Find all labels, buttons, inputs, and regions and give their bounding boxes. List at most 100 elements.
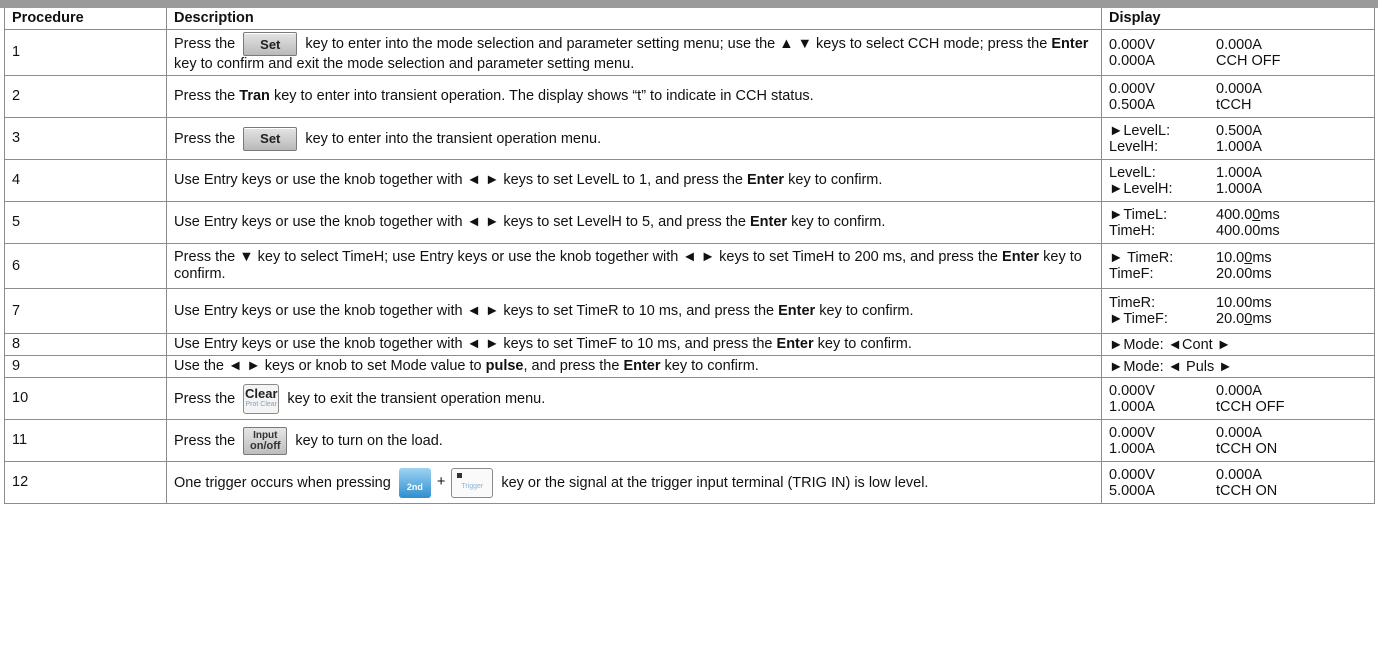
display-text: ►Mode: ◄ Puls ► xyxy=(1109,358,1233,375)
display-text: tCCH ON xyxy=(1216,440,1278,457)
display-text: TimeH: xyxy=(1109,222,1156,239)
step-display: ►LevelL: 0.500A LevelH: 1.000A xyxy=(1101,117,1375,160)
table-row: 2 Press the Tran key to enter into trans… xyxy=(4,75,1375,118)
desc-text: Press the xyxy=(174,390,236,407)
step-display: ►Mode: ◄Cont ► xyxy=(1101,333,1375,356)
display-text: TimeR: xyxy=(1109,295,1156,311)
display-text: 400.0 xyxy=(1216,206,1253,223)
desc-text: key to turn on the load. xyxy=(295,432,443,449)
display-text: TimeF: xyxy=(1109,266,1154,282)
step-number: 1 xyxy=(4,29,167,76)
table-row: 3 Press the Set key to enter into the tr… xyxy=(4,117,1375,160)
display-text: 0.000V xyxy=(1109,80,1155,97)
desc-bold: Enter xyxy=(747,172,785,188)
step-display: ► TimeR: 10.00ms TimeF: 20.00ms xyxy=(1101,243,1375,289)
clear-key-sublabel: Prot Clear xyxy=(245,400,278,408)
table-row: 6 Press the ▼ key to select TimeH; use E… xyxy=(4,243,1375,289)
display-text: 10.00ms xyxy=(1216,295,1272,311)
display-text: 0.000A xyxy=(1216,382,1262,399)
step-description: One trigger occurs when pressing 2nd + Tri… xyxy=(166,461,1102,504)
header-procedure: Procedure xyxy=(4,8,167,30)
step-display: ►TimeL: 400.00ms TimeH: 400.00ms xyxy=(1101,201,1375,244)
display-text: 0.500A xyxy=(1109,96,1155,113)
desc-text: One trigger occurs when pressing xyxy=(174,474,391,491)
display-text: tCCH OFF xyxy=(1216,398,1285,415)
desc-text: Press the xyxy=(174,88,236,104)
desc-text: Press the xyxy=(174,432,236,449)
display-value: 400.00ms xyxy=(1216,207,1367,223)
display-text: ► TimeR: xyxy=(1109,250,1174,266)
desc-text: key to confirm. xyxy=(817,336,912,352)
display-text: LevelL: xyxy=(1109,164,1156,181)
desc-text: key or the signal at the trigger input t… xyxy=(501,474,929,491)
step-description: Press the Tran key to enter into transie… xyxy=(166,75,1102,118)
header-description: Description xyxy=(166,8,1102,30)
desc-text: key to enter into the mode selection and… xyxy=(305,35,1048,52)
step-description: Press the ▼ key to select TimeH; use Ent… xyxy=(166,243,1102,289)
step-number: 8 xyxy=(4,333,167,356)
desc-text: Use Entry keys or use the knob together … xyxy=(174,172,743,188)
desc-text: key to confirm and exit the mode selecti… xyxy=(174,56,635,72)
display-text: CCH OFF xyxy=(1216,52,1281,69)
display-text: tCCH xyxy=(1216,96,1252,113)
display-text: 20.0 xyxy=(1216,311,1245,327)
display-text: ►TimeL: xyxy=(1109,206,1168,223)
display-value: 10.00ms xyxy=(1216,250,1367,266)
desc-text: Press the xyxy=(174,35,236,52)
step-description: Use Entry keys or use the knob together … xyxy=(166,288,1102,334)
step-number: 3 xyxy=(4,117,167,160)
second-key-icon: 2nd xyxy=(398,467,431,498)
set-key-label: Set xyxy=(260,36,281,52)
display-text: 1.000A xyxy=(1216,164,1262,181)
desc-bold: Enter xyxy=(1051,35,1089,52)
display-text: 20.00ms xyxy=(1216,266,1272,282)
display-text: 0.000V xyxy=(1109,382,1155,399)
desc-bold: pulse xyxy=(485,358,524,374)
clear-key-icon: Clear Prot Clear xyxy=(243,383,280,414)
step-number: 7 xyxy=(4,288,167,334)
set-key-icon: Set xyxy=(243,126,298,151)
display-text: LevelH: xyxy=(1109,138,1159,155)
table-row: 4 Use Entry keys or use the knob togethe… xyxy=(4,159,1375,202)
display-text: 1.000A xyxy=(1216,138,1262,155)
desc-bold: Enter xyxy=(623,358,661,374)
page: Procedure Description Display 1 Press th… xyxy=(0,0,1378,663)
display-text: 5.000A xyxy=(1109,482,1155,499)
step-display: ►Mode: ◄ Puls ► xyxy=(1101,355,1375,378)
desc-text: key to enter into transient operation. T… xyxy=(273,88,814,104)
step-description: Use Entry keys or use the knob together … xyxy=(166,159,1102,202)
input-onoff-key-icon: Input on/off xyxy=(243,426,288,455)
table-row: 7 Use Entry keys or use the knob togethe… xyxy=(4,288,1375,334)
input-key-label: Input xyxy=(253,429,278,441)
step-description: Press the Input on/off key to turn on th… xyxy=(166,419,1102,462)
plus-sign: + xyxy=(436,474,446,491)
step-number: 9 xyxy=(4,355,167,378)
step-number: 11 xyxy=(4,419,167,462)
table-row: 5 Use Entry keys or use the knob togethe… xyxy=(4,201,1375,244)
table-row: 1 Press the Set key to enter into the mo… xyxy=(4,29,1375,76)
table-row: 8 Use Entry keys or use the knob togethe… xyxy=(4,333,1375,356)
desc-text: Press the xyxy=(174,130,236,147)
desc-text: key to confirm. xyxy=(788,172,883,188)
table-row: 12 One trigger occurs when pressing 2nd +… xyxy=(4,461,1375,504)
step-description: Use Entry keys or use the knob together … xyxy=(166,333,1102,356)
desc-text: Use Entry keys or use the knob together … xyxy=(174,336,773,352)
display-text: ms xyxy=(1260,206,1280,223)
desc-bold: Enter xyxy=(1002,249,1040,265)
desc-text: key to exit the transient operation menu… xyxy=(287,390,546,407)
display-text: ►TimeF: xyxy=(1109,311,1168,327)
procedure-table: Procedure Description Display 1 Press th… xyxy=(4,8,1375,504)
display-text: ►LevelH: xyxy=(1109,180,1173,197)
table-row: 9 Use the ◄ ► keys or knob to set Mode v… xyxy=(4,355,1375,378)
display-text: 10.0 xyxy=(1216,250,1245,266)
step-description: Press the Clear Prot Clear key to exit t… xyxy=(166,377,1102,420)
display-text: 0.000A xyxy=(1109,52,1155,69)
display-text: 0.000A xyxy=(1216,424,1262,441)
desc-text: key to confirm. xyxy=(819,302,914,319)
step-number: 5 xyxy=(4,201,167,244)
desc-text: Use Entry keys or use the knob together … xyxy=(174,302,775,319)
set-key-icon: Set xyxy=(243,32,298,56)
step-description: Press the Set key to enter into the tran… xyxy=(166,117,1102,160)
step-number: 10 xyxy=(4,377,167,420)
table-row: 11 Press the Input on/off key to turn on… xyxy=(4,419,1375,462)
